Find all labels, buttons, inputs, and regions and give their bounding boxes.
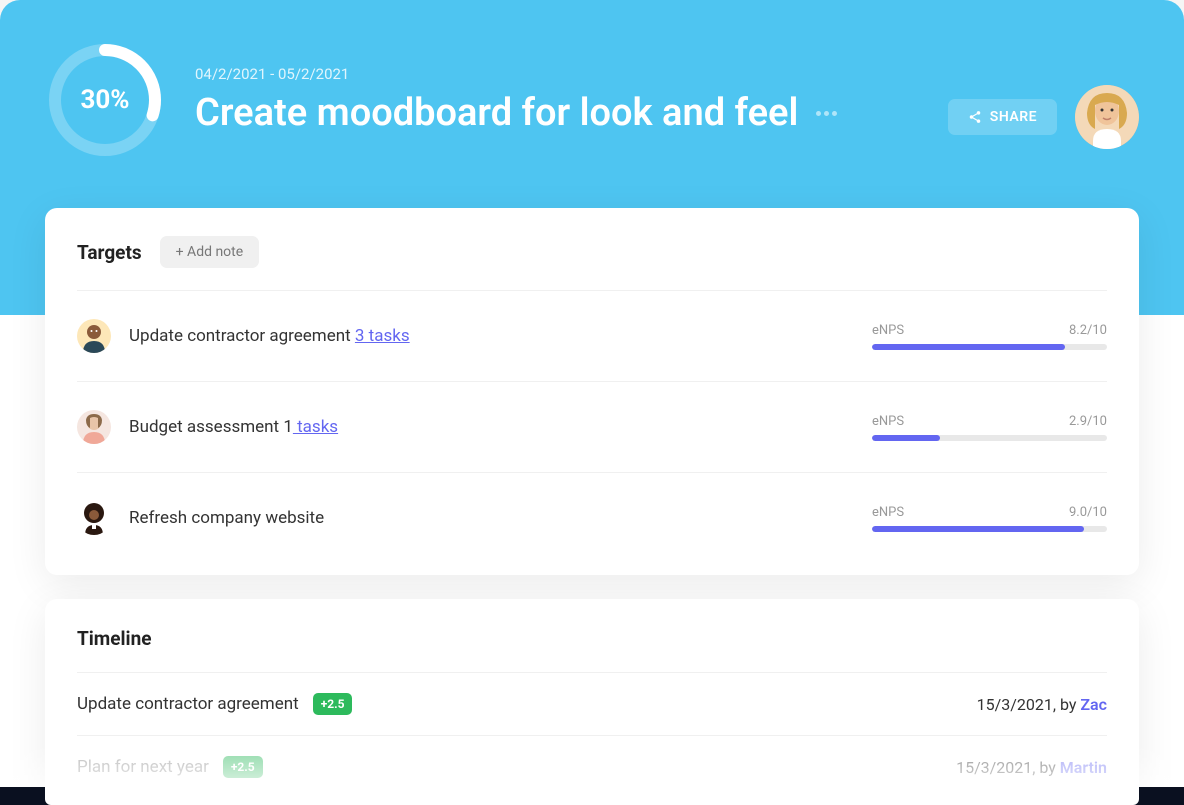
task-link[interactable]: tasks	[293, 417, 338, 437]
timeline-meta: 15/3/2021, by Martin	[956, 758, 1107, 777]
metric-bar	[872, 344, 1107, 350]
target-row[interactable]: Budget assessment 1 tasks eNPS 2.9/10	[77, 381, 1107, 472]
target-row[interactable]: Refresh company website eNPS 9.0/10	[77, 472, 1107, 563]
target-row[interactable]: Update contractor agreement 3 tasks eNPS…	[77, 290, 1107, 381]
more-options-icon[interactable]	[816, 111, 837, 116]
metric-bar	[872, 526, 1107, 532]
assignee-avatar	[77, 501, 111, 535]
timeline-row[interactable]: Update contractor agreement +2.5 15/3/20…	[77, 672, 1107, 735]
targets-section-title: Targets	[77, 241, 142, 264]
metric-bar	[872, 435, 1107, 441]
timeline-author: Zac	[1080, 695, 1107, 714]
metric-score: 8.2/10	[1069, 323, 1107, 338]
timeline-author: Martin	[1060, 758, 1107, 777]
target-label: Budget assessment 1 tasks	[129, 417, 338, 437]
page-title: Create moodboard for look and feel	[195, 91, 798, 135]
progress-percent-label: 30%	[80, 85, 129, 115]
metric-score: 2.9/10	[1069, 414, 1107, 429]
timeline-item-label: Plan for next year	[77, 757, 209, 777]
assignee-avatar	[77, 319, 111, 353]
targets-card: Targets + Add note Update contractor agr…	[45, 208, 1139, 575]
target-label: Refresh company website	[129, 508, 324, 528]
task-link[interactable]: 3 tasks	[355, 326, 410, 346]
metric-label: eNPS	[872, 505, 904, 520]
assignee-avatar	[77, 410, 111, 444]
metric-label: eNPS	[872, 414, 904, 429]
metric-label: eNPS	[872, 323, 904, 338]
timeline-item-label: Update contractor agreement	[77, 694, 299, 714]
share-icon	[968, 110, 982, 124]
timeline-card: Timeline Update contractor agreement +2.…	[45, 599, 1139, 805]
footer-bar	[0, 787, 1184, 805]
share-button-label: SHARE	[990, 109, 1037, 125]
timeline-section-title: Timeline	[77, 627, 1107, 650]
target-label: Update contractor agreement 3 tasks	[129, 326, 410, 346]
user-avatar[interactable]	[1075, 85, 1139, 149]
score-badge: +2.5	[223, 756, 263, 778]
metric-score: 9.0/10	[1069, 505, 1107, 520]
share-button[interactable]: SHARE	[948, 99, 1057, 135]
add-note-button[interactable]: + Add note	[160, 236, 260, 268]
score-badge: +2.5	[313, 693, 353, 715]
progress-ring: 30%	[45, 40, 165, 160]
timeline-meta: 15/3/2021, by Zac	[977, 695, 1107, 714]
date-range: 04/2/2021 - 05/2/2021	[195, 65, 1139, 83]
